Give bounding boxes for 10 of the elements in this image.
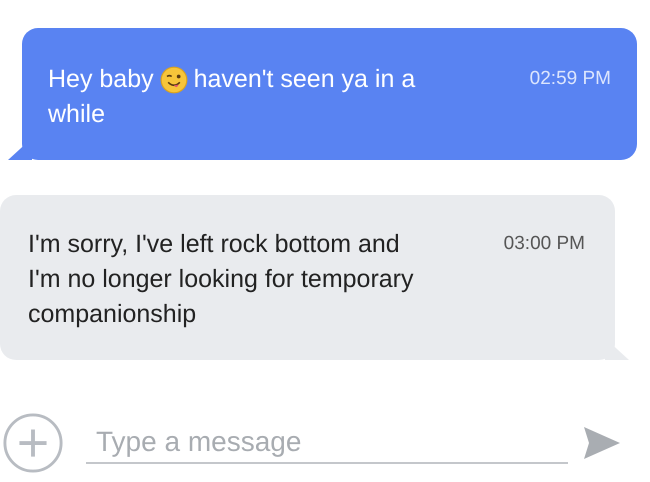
message-text: haven't seen ya in a (194, 64, 416, 95)
message-time: 02:59 PM (530, 68, 611, 90)
winking-face-icon (160, 66, 188, 94)
send-icon[interactable] (584, 427, 620, 459)
add-icon[interactable] (2, 412, 64, 474)
message-text: Hey baby (48, 64, 154, 95)
message-text: I'm sorry, I've left rock bottom and I'm no longer looking for temporary companionship (28, 230, 414, 328)
message-input-field[interactable]: Type a message (86, 422, 568, 464)
message-time: 03:00 PM (504, 233, 585, 255)
message-text: while (48, 99, 105, 130)
